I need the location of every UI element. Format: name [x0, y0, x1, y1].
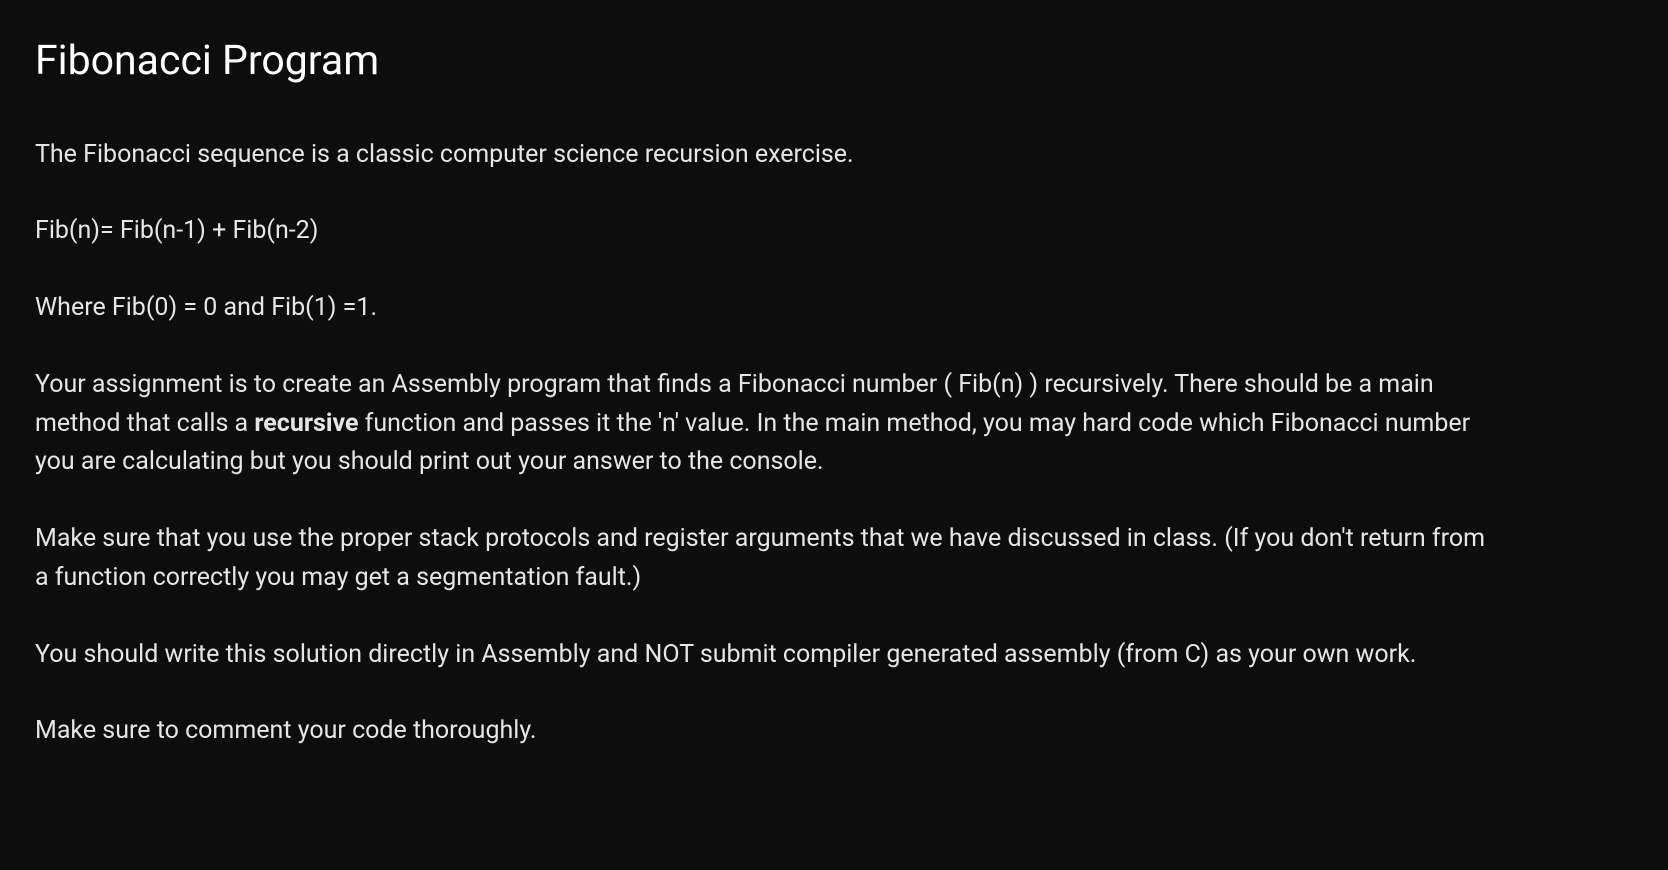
assignment-paragraph: Your assignment is to create an Assembly… — [35, 366, 1495, 482]
base-cases-paragraph: Where Fib(0) = 0 and Fib(1) =1. — [35, 289, 1495, 328]
stack-protocols-paragraph: Make sure that you use the proper stack … — [35, 520, 1495, 598]
direct-assembly-paragraph: You should write this solution directly … — [35, 636, 1495, 675]
intro-paragraph: The Fibonacci sequence is a classic comp… — [35, 136, 1495, 175]
page-title: Fibonacci Program — [35, 30, 1633, 94]
comments-paragraph: Make sure to comment your code thoroughl… — [35, 712, 1495, 751]
formula-paragraph: Fib(n)= Fib(n-1) + Fib(n-2) — [35, 212, 1495, 251]
recursive-bold: recursive — [254, 409, 358, 438]
